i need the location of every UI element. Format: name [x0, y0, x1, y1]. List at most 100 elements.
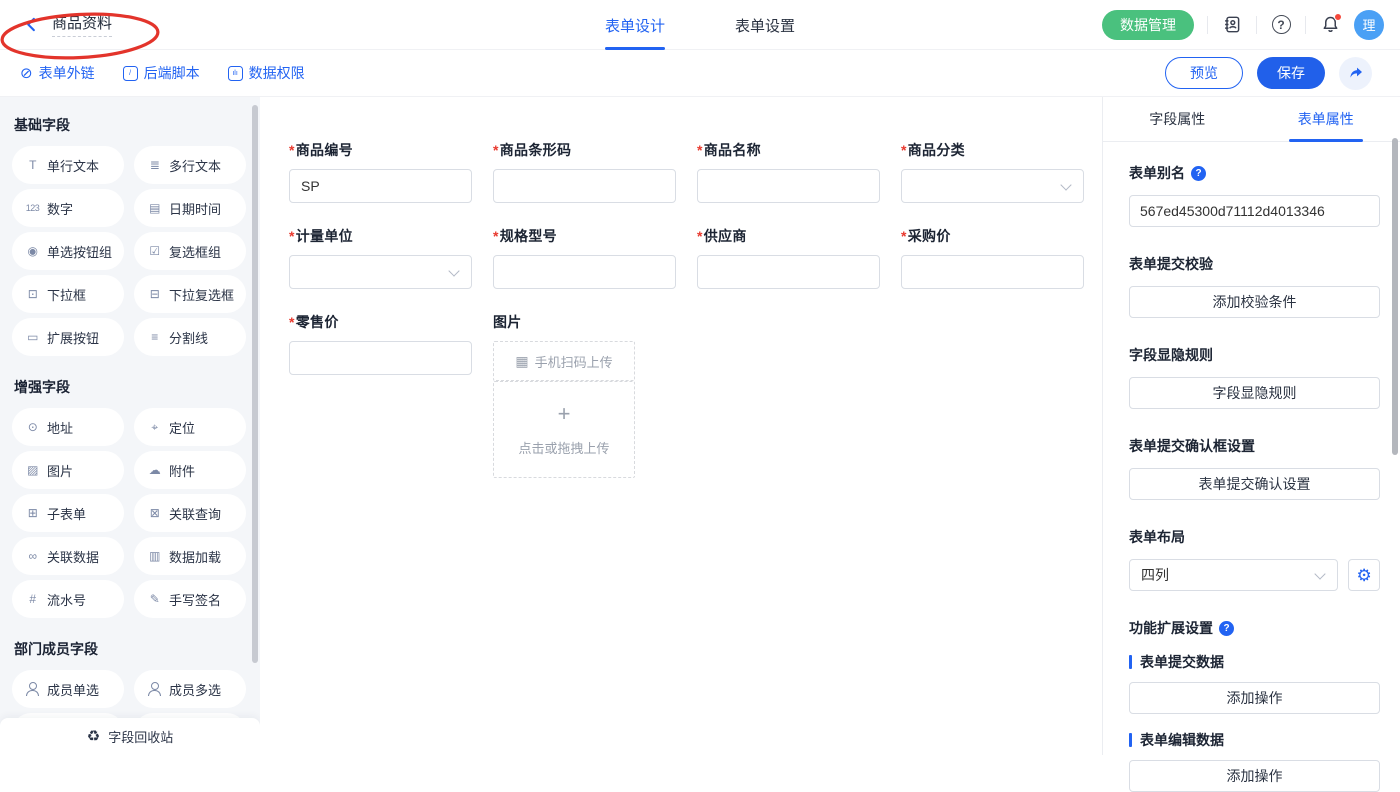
number-icon: 123 [25, 204, 40, 213]
field-type-multi-line-text[interactable]: ≣多行文本 [134, 146, 246, 184]
divider-icon: ≡ [147, 331, 162, 343]
tab-form-properties[interactable]: 表单属性 [1252, 97, 1400, 141]
dropdown-multi-icon: ⊟ [147, 288, 162, 300]
field-type-datetime[interactable]: ▤日期时间 [134, 189, 246, 227]
divider [1305, 16, 1306, 34]
field-product-name[interactable]: 商品名称 [697, 140, 880, 203]
submit-confirm-button[interactable]: 表单提交确认设置 [1129, 468, 1380, 500]
backend-script-link[interactable]: / 后端脚本 [123, 63, 200, 83]
section-title-member-fields: 部门成员字段 [14, 639, 246, 659]
spec-model-input[interactable] [493, 255, 676, 289]
user-icon [25, 682, 40, 696]
field-type-attachment[interactable]: ☁附件 [134, 451, 246, 489]
back-icon[interactable] [20, 14, 42, 36]
field-supplier[interactable]: 供应商 [697, 226, 880, 289]
field-product-code[interactable]: 商品编号 [289, 140, 472, 203]
purchase-price-input[interactable] [901, 255, 1084, 289]
field-label: 图片 [493, 312, 635, 332]
help-icon[interactable]: ? [1270, 14, 1292, 36]
form-alias-input[interactable] [1129, 195, 1380, 227]
field-type-single-line-text[interactable]: T单行文本 [12, 146, 124, 184]
save-button[interactable]: 保存 [1257, 57, 1325, 89]
form-external-link[interactable]: ⊘ 表单外链 [20, 63, 95, 83]
section-title-basic-fields: 基础字段 [14, 115, 246, 135]
field-spec-model[interactable]: 规格型号 [493, 226, 676, 289]
field-purchase-price[interactable]: 采购价 [901, 226, 1084, 289]
field-type-multi-select[interactable]: ⊟下拉复选框 [134, 275, 246, 313]
panel-scrollbar[interactable] [1392, 138, 1398, 455]
help-icon[interactable]: ? [1191, 166, 1206, 181]
field-type-label: 地址 [47, 418, 73, 437]
field-type-select[interactable]: ⊡下拉框 [12, 275, 124, 313]
field-type-radio-group[interactable]: ◉单选按钮组 [12, 232, 124, 270]
field-type-data-load[interactable]: ▥数据加载 [134, 537, 246, 575]
dropzone-upload[interactable]: + 点击或拖拽上传 [493, 381, 635, 478]
gear-icon[interactable]: ⚙ [1348, 559, 1380, 591]
field-type-number[interactable]: 123数字 [12, 189, 124, 227]
field-type-checkbox-group[interactable]: ☑复选框组 [134, 232, 246, 270]
product-category-select[interactable] [901, 169, 1084, 203]
field-image-upload[interactable]: 图片 ▦ 手机扫码上传 + 点击或拖拽上传 [493, 312, 635, 478]
product-code-input[interactable] [289, 169, 472, 203]
page-title[interactable]: 商品资料 [52, 12, 112, 37]
accent-bar [1129, 733, 1132, 747]
enhanced-fields-grid: ⊙地址 ⌖定位 ▨图片 ☁附件 ⊞子表单 ⊠关联查询 ∞关联数据 ▥数据加载 #… [12, 408, 246, 618]
extension-settings-title: 功能扩展设置 ? [1129, 618, 1380, 638]
unit-select[interactable] [289, 255, 472, 289]
dropzone-label: 点击或拖拽上传 [518, 438, 609, 457]
qr-upload-button[interactable]: ▦ 手机扫码上传 [493, 341, 635, 381]
field-type-location[interactable]: ⌖定位 [134, 408, 246, 446]
field-visibility-button[interactable]: 字段显隐规则 [1129, 377, 1380, 409]
submit-data-group: 表单提交数据 添加操作 [1129, 652, 1380, 714]
button-icon: ▭ [25, 331, 40, 343]
form-canvas[interactable]: 商品编号 商品条形码 商品名称 商品分类 计量单位 规格型号 [260, 97, 1102, 755]
field-type-member-multi[interactable]: 成员多选 [134, 670, 246, 708]
chevron-down-icon [1060, 179, 1071, 190]
chevron-down-icon [448, 265, 459, 276]
link-chain-icon: ∞ [25, 550, 40, 562]
product-barcode-input[interactable] [493, 169, 676, 203]
add-action-submit-button[interactable]: 添加操作 [1129, 682, 1380, 714]
basic-fields-grid: T单行文本 ≣多行文本 123数字 ▤日期时间 ◉单选按钮组 ☑复选框组 ⊡下拉… [12, 146, 246, 356]
preview-button[interactable]: 预览 [1165, 57, 1243, 89]
supplier-input[interactable] [697, 255, 880, 289]
field-recycle-bin[interactable]: ♻ 字段回收站 [0, 718, 260, 755]
field-type-divider-line[interactable]: ≡分割线 [134, 318, 246, 356]
field-type-address[interactable]: ⊙地址 [12, 408, 124, 446]
toolbar-links: ⊘ 表单外链 / 后端脚本 ılı 数据权限 [0, 63, 305, 83]
retail-price-input[interactable] [289, 341, 472, 375]
add-validation-button[interactable]: 添加校验条件 [1129, 286, 1380, 318]
field-type-member-single[interactable]: 成员单选 [12, 670, 124, 708]
sidebar-scrollbar[interactable] [252, 105, 258, 663]
field-product-category[interactable]: 商品分类 [901, 140, 1084, 203]
tab-field-properties[interactable]: 字段属性 [1103, 97, 1252, 141]
contacts-icon[interactable] [1221, 14, 1243, 36]
field-type-subform[interactable]: ⊞子表单 [12, 494, 124, 532]
field-type-label: 日期时间 [169, 199, 221, 218]
data-manage-button[interactable]: 数据管理 [1102, 10, 1194, 40]
layout-select[interactable]: 四列 [1129, 559, 1338, 591]
field-unit[interactable]: 计量单位 [289, 226, 472, 289]
tab-form-settings[interactable]: 表单设置 [735, 0, 795, 50]
share-arrow-icon [1348, 65, 1364, 81]
chevron-down-icon [1314, 568, 1325, 579]
body: 基础字段 T单行文本 ≣多行文本 123数字 ▤日期时间 ◉单选按钮组 ☑复选框… [0, 97, 1400, 755]
help-icon[interactable]: ? [1219, 621, 1234, 636]
avatar[interactable]: 理 [1354, 10, 1384, 40]
cloud-icon: ☁ [147, 464, 162, 476]
field-type-serial-number[interactable]: #流水号 [12, 580, 124, 618]
field-type-extend-button[interactable]: ▭扩展按钮 [12, 318, 124, 356]
top-header: 商品资料 表单设计 表单设置 数据管理 ? [0, 0, 1400, 50]
add-action-edit-button[interactable]: 添加操作 [1129, 760, 1380, 792]
tab-form-design[interactable]: 表单设计 [605, 0, 665, 50]
share-button[interactable] [1339, 57, 1372, 90]
field-type-signature[interactable]: ✎手写签名 [134, 580, 246, 618]
field-type-linked-data[interactable]: ∞关联数据 [12, 537, 124, 575]
field-product-barcode[interactable]: 商品条形码 [493, 140, 676, 203]
field-type-linked-query[interactable]: ⊠关联查询 [134, 494, 246, 532]
data-permission-link[interactable]: ılı 数据权限 [228, 63, 305, 83]
field-retail-price[interactable]: 零售价 [289, 312, 472, 375]
field-type-image[interactable]: ▨图片 [12, 451, 124, 489]
product-name-input[interactable] [697, 169, 880, 203]
notification-bell-icon[interactable] [1319, 14, 1341, 36]
